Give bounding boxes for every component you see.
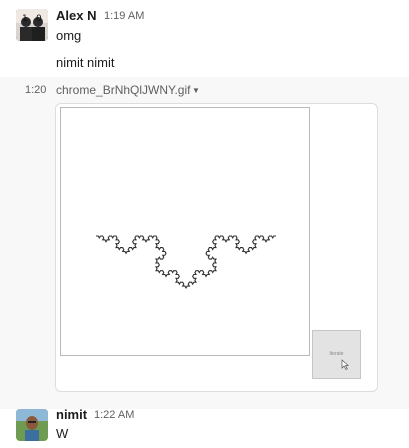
avatar[interactable]: 1 0 [16, 9, 48, 41]
message-text: W [56, 426, 69, 441]
svg-text:1: 1 [22, 14, 28, 24]
author-name[interactable]: Alex N [56, 8, 96, 23]
iterate-button[interactable]: Iterate [312, 330, 361, 379]
message-text: omg [56, 28, 82, 43]
avatar[interactable] [16, 409, 48, 441]
timestamp[interactable]: 1:19 AM [104, 10, 144, 22]
iterate-button-label: Iterate [329, 351, 344, 357]
message-text: nimit nimit [56, 55, 115, 70]
fractal-canvas [60, 107, 310, 356]
gif-attachment[interactable]: Iterate [55, 103, 378, 392]
file-name-link[interactable]: chrome_BrNhQlJWNY.gif [56, 83, 190, 97]
hover-timestamp[interactable]: 1:20 [25, 84, 46, 96]
mouse-cursor-icon [341, 359, 350, 370]
svg-text:0: 0 [36, 14, 42, 24]
timestamp[interactable]: 1:22 AM [94, 409, 134, 421]
koch-curve-image [96, 235, 276, 290]
author-name[interactable]: nimit [56, 407, 87, 422]
caret-down-icon[interactable]: ▼ [192, 86, 200, 95]
